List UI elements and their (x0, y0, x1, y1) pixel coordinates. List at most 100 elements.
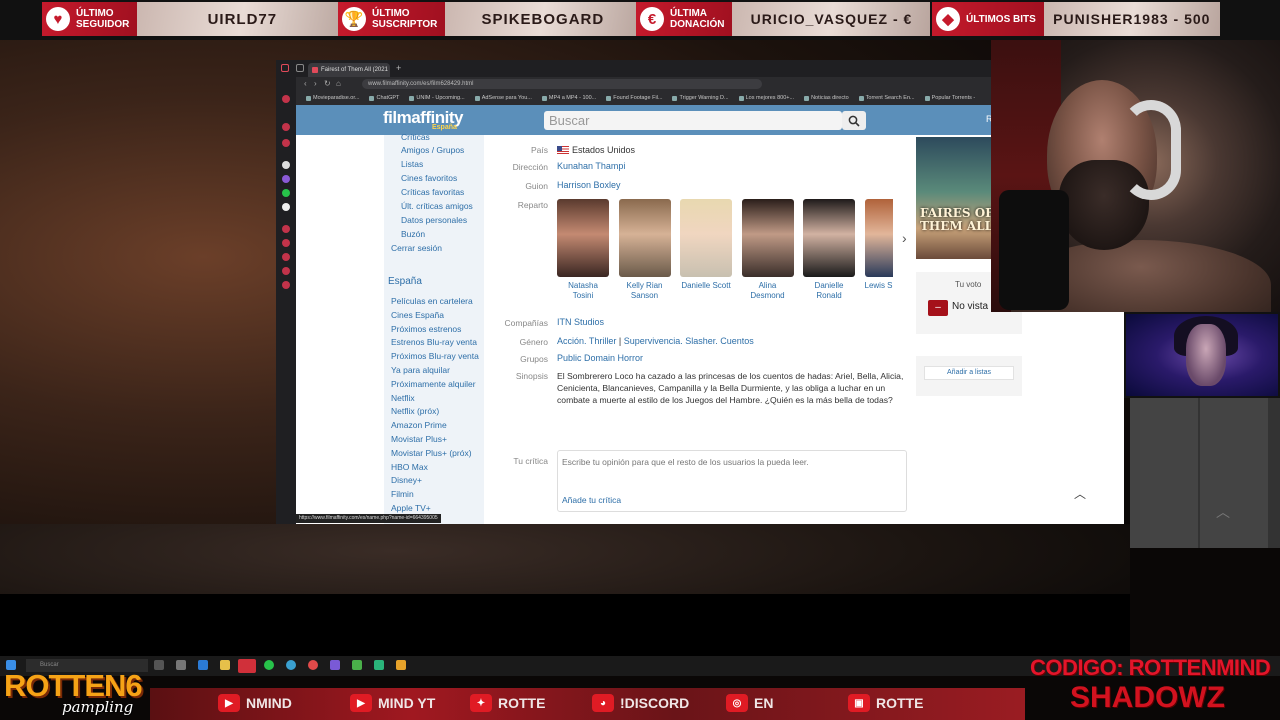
rail-app-icon[interactable] (282, 123, 290, 131)
tab-actions-icon[interactable] (296, 64, 304, 72)
sidebar-spain-link[interactable]: Movistar Plus+ (391, 434, 447, 444)
scroll-to-top-chevron-icon[interactable]: ︿ (1072, 485, 1088, 501)
bookmark-item[interactable]: Trigger Warning D... (672, 95, 729, 101)
app-icon[interactable] (352, 660, 362, 670)
sidebar-user-link[interactable]: Últ. críticas amigos (401, 201, 473, 211)
sidebar-spain-link[interactable]: Cines España (391, 310, 444, 320)
sidebar-spain-link[interactable]: Próximos estrenos (391, 324, 461, 334)
sidebar-spain-link[interactable]: Estrenos Blu-ray venta (391, 337, 477, 347)
cast-photo[interactable] (803, 199, 855, 277)
rail-app-icon[interactable] (282, 253, 290, 261)
app-icon[interactable] (396, 660, 406, 670)
groups-link[interactable]: Public Domain Horror (557, 353, 643, 363)
app-icon[interactable] (308, 660, 318, 670)
cast-photo[interactable] (741, 199, 794, 277)
telegram-icon[interactable] (286, 660, 296, 670)
bookmark-item[interactable]: UNIM - Upcoming... (409, 95, 465, 101)
bookmark-item[interactable]: Movieparadise.or... (306, 95, 359, 101)
search-input[interactable]: Buscar (544, 111, 842, 130)
cast-member[interactable]: Danielle Scott (680, 199, 732, 291)
sidebar-user-link[interactable]: Buzón (401, 229, 425, 239)
bookmark-item[interactable]: Los mejores 800+... (738, 95, 794, 101)
bookmark-item[interactable]: MP4 a MP4 - 100... (541, 95, 596, 101)
app-icon[interactable] (176, 660, 186, 670)
review-textarea[interactable]: Escribe tu opinión para que el resto de … (557, 450, 907, 512)
cast-name-link[interactable]: Danielle Scott (680, 281, 732, 291)
browser-tab[interactable]: Fairest of Them All (2021 (308, 63, 390, 77)
bookmark-item[interactable]: AdSense para You... (474, 95, 532, 101)
sidebar-spain-link[interactable]: Próximos Blu-ray venta (391, 351, 479, 361)
writer-link[interactable]: Harrison Boxley (557, 180, 621, 190)
reload-icon[interactable]: ↻ (324, 79, 331, 88)
logout-link[interactable]: Cerrar sesión (391, 243, 442, 253)
bookmark-item[interactable]: ChatGPT (369, 95, 399, 101)
browser-menu-icon[interactable] (281, 64, 289, 72)
cast-name-link[interactable]: Lewis S (865, 281, 893, 291)
sidebar-spain-link[interactable]: Ya para alquilar (391, 365, 450, 375)
sidebar-spain-link[interactable]: Filmin (391, 489, 414, 499)
cast-photo[interactable] (618, 199, 671, 277)
file-explorer-icon[interactable] (220, 660, 230, 670)
bookmark-item[interactable]: Torrent Search En... (858, 95, 915, 101)
bookmark-item[interactable]: Popular Torrents - (924, 95, 975, 101)
app-icon[interactable] (238, 659, 256, 673)
bookmark-item[interactable]: Noticias directo (804, 95, 849, 101)
cast-name-link[interactable]: Kelly Rian Sanson (619, 281, 671, 301)
director-link[interactable]: Kunahan Thampi (557, 161, 625, 171)
cast-member[interactable]: Natasha Tosini (557, 199, 609, 301)
rail-app-icon[interactable] (282, 281, 290, 289)
sidebar-spain-link[interactable]: HBO Max (391, 462, 428, 472)
rail-app-icon[interactable] (282, 267, 290, 275)
new-tab-button[interactable]: + (396, 63, 401, 73)
whatsapp-icon[interactable] (282, 189, 290, 197)
rail-app-icon[interactable] (282, 139, 290, 147)
cast-member[interactable]: Danielle Ronald (803, 199, 855, 301)
app-icon[interactable] (198, 660, 208, 670)
app-icon[interactable] (330, 660, 340, 670)
messenger-icon[interactable] (282, 175, 290, 183)
rail-app-icon[interactable] (282, 95, 290, 103)
genre-link[interactable]: Acción. Thriller (557, 336, 616, 346)
cast-member[interactable]: Alina Desmond (741, 199, 794, 301)
cast-name-link[interactable]: Alina Desmond (742, 281, 794, 301)
x-icon[interactable] (282, 203, 290, 211)
sidebar-user-link[interactable]: Amigos / Grupos (401, 145, 464, 155)
sidebar-spain-link[interactable]: Próximamente alquiler (391, 379, 476, 389)
cast-member[interactable]: Lewis S (864, 199, 893, 291)
home-icon[interactable]: ⌂ (336, 79, 341, 88)
topic-link[interactable]: Supervivencia. Slasher. Cuentos (624, 336, 754, 346)
sidebar-spain-link[interactable]: Netflix (391, 393, 415, 403)
cast-member[interactable]: Kelly Rian Sanson (618, 199, 671, 301)
vote-dropdown-button[interactable]: – (928, 300, 948, 316)
bookmark-item[interactable]: Found Footage Fil... (606, 95, 662, 101)
cast-photo[interactable] (680, 199, 732, 277)
sidebar-user-link[interactable]: Críticas (401, 132, 430, 142)
sidebar-spain-link[interactable]: Apple TV+ (391, 503, 431, 513)
search-button[interactable] (842, 111, 866, 130)
app-icon[interactable] (374, 660, 384, 670)
sidebar-user-link[interactable]: Datos personales (401, 215, 467, 225)
cast-name-link[interactable]: Danielle Ronald (803, 281, 855, 301)
sidebar-spain-link[interactable]: Amazon Prime (391, 420, 447, 430)
sidebar-spain-link[interactable]: Disney+ (391, 475, 422, 485)
add-review-link[interactable]: Añade tu crítica (562, 495, 621, 505)
whatsapp-icon[interactable] (264, 660, 274, 670)
sidebar-user-link[interactable]: Listas (401, 159, 423, 169)
back-icon[interactable]: ‹ (304, 79, 307, 88)
add-to-list-button[interactable]: Añadir a listas (924, 366, 1014, 380)
rail-app-icon[interactable] (282, 161, 290, 169)
sidebar-user-link[interactable]: Cines favoritos (401, 173, 457, 183)
sidebar-spain-link[interactable]: Películas en cartelera (391, 296, 473, 306)
sidebar-spain-link[interactable]: Netflix (próx) (391, 406, 439, 416)
cast-photo[interactable] (864, 199, 893, 277)
sidebar-user-link[interactable]: Críticas favoritas (401, 187, 464, 197)
sidebar-spain-link[interactable]: Movistar Plus+ (próx) (391, 448, 472, 458)
cast-next-chevron-icon[interactable]: › (902, 230, 907, 246)
company-link[interactable]: ITN Studios (557, 317, 604, 327)
rail-app-icon[interactable] (282, 239, 290, 247)
forward-icon[interactable]: › (314, 79, 317, 88)
url-field[interactable]: www.filmaffinity.com/es/film628429.html (362, 79, 762, 89)
vote-value[interactable]: No vista (952, 301, 988, 312)
cast-photo[interactable] (557, 199, 609, 277)
cast-name-link[interactable]: Natasha Tosini (557, 281, 609, 301)
